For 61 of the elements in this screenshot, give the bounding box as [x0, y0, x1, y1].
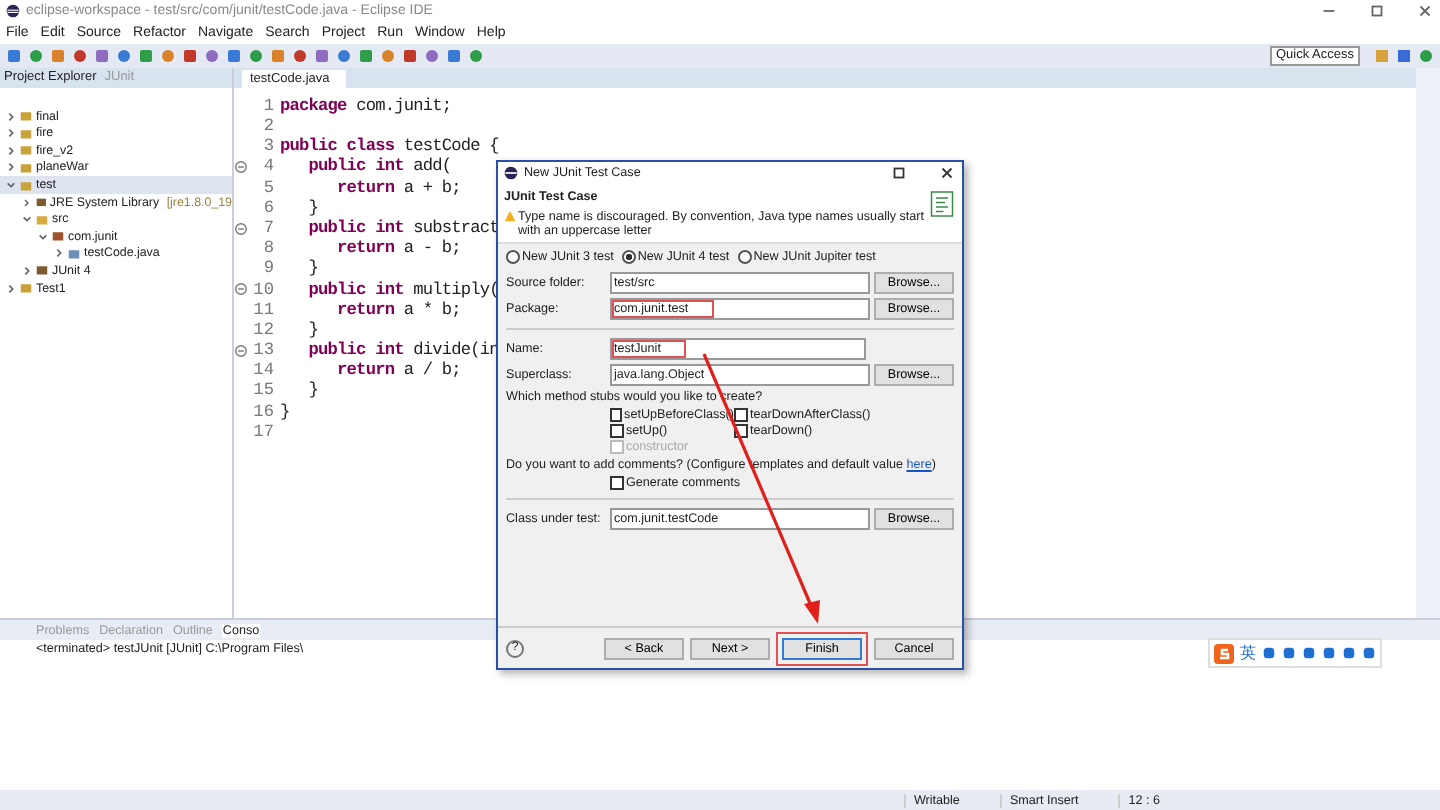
chevron-down-icon[interactable]	[22, 214, 32, 225]
line-number: 13	[251, 340, 274, 361]
sogou-s-icon[interactable]	[1214, 643, 1234, 663]
code-line: public int multiply(	[306, 279, 499, 300]
package-icon	[52, 230, 64, 243]
file-icon	[68, 247, 80, 260]
code-line: return a + b;	[335, 177, 461, 198]
chevron-right-icon[interactable]	[54, 248, 64, 259]
library-icon	[36, 264, 48, 277]
line-number: 14	[251, 360, 274, 381]
chevron-down-icon[interactable]	[38, 231, 48, 242]
close-icon[interactable]	[938, 164, 956, 182]
code-line: }	[306, 258, 319, 280]
chevron-right-icon[interactable]	[6, 145, 16, 156]
line-number: 6	[261, 197, 274, 218]
warning-icon	[504, 210, 516, 222]
code-line: package com.junit;	[280, 95, 452, 117]
code-line: }	[306, 197, 319, 218]
line-number: 12	[251, 319, 274, 341]
line-number: 2	[261, 116, 274, 137]
chevron-right-icon[interactable]	[6, 162, 16, 173]
line-number: 11	[251, 299, 274, 320]
code-line: }	[306, 380, 319, 402]
line-number: 5	[261, 177, 274, 198]
line-number: 10	[251, 279, 274, 300]
fold-icon[interactable]	[234, 343, 248, 358]
code-line: public int divide(in	[306, 340, 499, 361]
maximize-icon[interactable]	[890, 164, 908, 182]
line-number: 17	[251, 421, 274, 443]
code-line: }	[306, 319, 319, 341]
fold-icon[interactable]	[234, 221, 248, 236]
line-number: 16	[251, 401, 274, 422]
code-line: public class testCode {	[280, 136, 499, 157]
project-icon	[20, 282, 32, 295]
code-line: }	[280, 401, 290, 422]
folder-icon	[36, 213, 48, 226]
chevron-right-icon[interactable]	[22, 265, 32, 276]
ime-mode[interactable]: 英	[1240, 642, 1256, 664]
fold-icon[interactable]	[234, 282, 248, 297]
code-line: public int add(	[306, 156, 452, 178]
line-number: 1	[261, 95, 274, 117]
code-line: public int substract	[306, 217, 499, 239]
chevron-right-icon[interactable]	[6, 283, 16, 294]
close-icon[interactable]	[1416, 2, 1434, 21]
library-icon	[35, 196, 46, 209]
maximize-icon[interactable]	[1368, 2, 1386, 21]
code-line: return a - b;	[335, 238, 461, 259]
chevron-right-icon[interactable]	[6, 128, 16, 139]
line-number: 8	[261, 238, 274, 259]
line-number: 3	[261, 136, 274, 157]
line-number: 9	[261, 258, 274, 280]
chevron-right-icon[interactable]	[22, 197, 32, 208]
line-number: 4	[261, 156, 274, 178]
line-number: 7	[261, 217, 274, 239]
wizard-icon	[930, 190, 954, 218]
code-line: return a * b;	[335, 299, 461, 320]
chevron-right-icon[interactable]	[6, 111, 16, 122]
code-line: return a / b;	[335, 360, 461, 381]
line-number: 15	[251, 380, 274, 402]
fold-icon[interactable]	[234, 160, 248, 174]
chevron-down-icon[interactable]	[6, 180, 16, 191]
